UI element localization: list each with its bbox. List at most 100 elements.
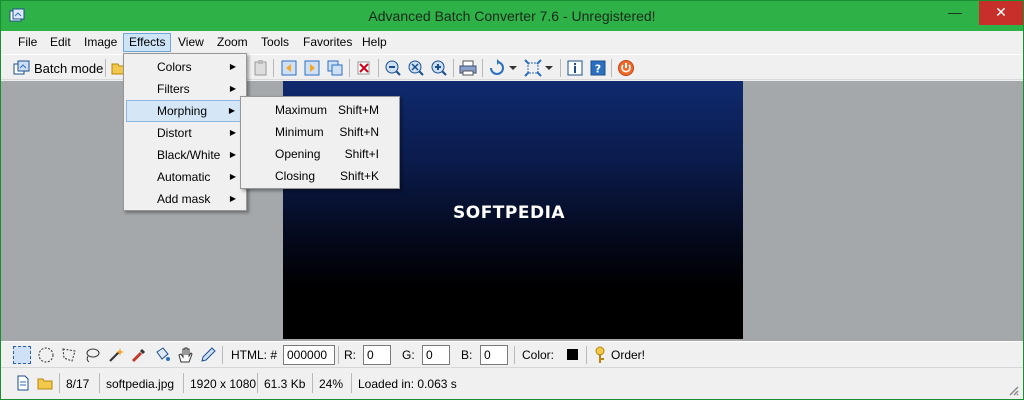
bucket-icon[interactable] — [153, 346, 171, 364]
menu-bar: File Edit Image Effects View Zoom Tools … — [1, 31, 1023, 53]
zoom-reset-icon[interactable] — [407, 59, 425, 77]
info-icon[interactable] — [566, 59, 584, 77]
menu-item-label: Opening — [275, 147, 321, 161]
menu-effects[interactable]: Effects — [123, 33, 172, 52]
html-color-input[interactable]: 000000 — [283, 345, 335, 365]
toolbar-separator — [514, 346, 515, 364]
polygon-select-icon[interactable] — [60, 346, 78, 364]
morphing-opening[interactable]: Opening Shift+I — [243, 143, 397, 165]
menu-tools[interactable]: Tools — [256, 33, 294, 52]
print-icon[interactable] — [459, 59, 477, 77]
toolbar-separator — [222, 346, 223, 364]
effects-menu-automatic[interactable]: Automatic ▶ — [126, 166, 244, 188]
toolbar-separator — [273, 59, 274, 77]
toolbar-separator — [338, 346, 339, 364]
pencil-icon[interactable] — [199, 346, 217, 364]
status-separator — [59, 373, 60, 393]
rectangle-select-icon[interactable] — [13, 346, 31, 364]
previous-image-icon[interactable] — [280, 59, 298, 77]
status-separator — [312, 373, 313, 393]
submenu-arrow-icon: ▶ — [229, 172, 236, 181]
minimize-button[interactable]: — — [941, 1, 969, 25]
menu-item-label: Morphing — [157, 104, 208, 118]
batch-mode-button[interactable]: Batch mode — [34, 61, 103, 76]
file-name: softpedia.jpg — [106, 377, 175, 391]
green-input[interactable]: 0 — [422, 345, 450, 365]
paste-icon[interactable] — [252, 59, 270, 77]
menu-item-label: Colors — [157, 60, 192, 74]
delete-icon[interactable] — [355, 59, 373, 77]
red-label: R: — [344, 348, 356, 362]
effects-menu-morphing[interactable]: Morphing ▶ — [126, 100, 244, 122]
open-folder-icon[interactable] — [37, 375, 53, 391]
lasso-icon[interactable] — [83, 346, 101, 364]
status-separator — [99, 373, 100, 393]
color-toolbar: HTML: # 000000 R: 0 G: 0 B: 0 Color: Ord… — [1, 341, 1023, 367]
resize-grip-icon[interactable] — [1007, 384, 1019, 396]
rotate-icon[interactable] — [488, 59, 506, 77]
file-size: 61.3 Kb — [264, 377, 306, 391]
rotate-dropdown-chevron-down-icon[interactable] — [508, 59, 518, 77]
copy-icon[interactable] — [326, 59, 344, 77]
hand-icon[interactable] — [176, 346, 194, 364]
menu-item-shortcut: Shift+N — [339, 125, 379, 139]
key-icon[interactable] — [593, 346, 607, 364]
toolbar-separator — [349, 59, 350, 77]
zoom-in-icon[interactable] — [430, 59, 448, 77]
menu-image[interactable]: Image — [79, 33, 122, 52]
zoom-out-icon[interactable] — [384, 59, 402, 77]
toolbar-separator — [378, 59, 379, 77]
image-dimensions: 1920 x 1080 — [190, 377, 257, 391]
svg-text:?: ? — [595, 63, 601, 76]
magic-wand-icon[interactable] — [107, 346, 125, 364]
new-document-icon[interactable] — [15, 375, 31, 391]
app-window: Advanced Batch Converter 7.6 - Unregiste… — [0, 0, 1024, 400]
title-bar[interactable]: Advanced Batch Converter 7.6 - Unregiste… — [1, 1, 1023, 31]
morphing-maximum[interactable]: Maximum Shift+M — [243, 99, 397, 121]
menu-view[interactable]: View — [173, 33, 209, 52]
submenu-arrow-icon: ▶ — [229, 150, 236, 159]
fit-screen-icon[interactable] — [524, 59, 542, 77]
effects-menu-colors[interactable]: Colors ▶ — [126, 56, 244, 78]
submenu-arrow-icon: ▶ — [229, 194, 236, 203]
close-button[interactable]: ✕ — [979, 1, 1023, 25]
menu-help[interactable]: Help — [357, 33, 392, 52]
help-icon[interactable]: ? — [589, 59, 607, 77]
status-separator — [257, 373, 258, 393]
power-icon[interactable] — [617, 59, 635, 77]
morphing-minimum[interactable]: Minimum Shift+N — [243, 121, 397, 143]
blue-label: B: — [461, 348, 473, 362]
order-button[interactable]: Order! — [611, 348, 645, 362]
menu-item-label: Black/White — [157, 148, 221, 162]
window-title: Advanced Batch Converter 7.6 - Unregiste… — [368, 8, 656, 24]
ellipse-select-icon[interactable] — [37, 346, 55, 364]
menu-item-label: Add mask — [157, 192, 211, 206]
green-label: G: — [402, 348, 415, 362]
eyedropper-icon[interactable] — [130, 346, 148, 364]
menu-item-label: Automatic — [157, 170, 211, 184]
menu-favorites[interactable]: Favorites — [298, 33, 357, 52]
menu-edit[interactable]: Edit — [45, 33, 76, 52]
fit-dropdown-chevron-down-icon[interactable] — [544, 59, 554, 77]
status-separator — [183, 373, 184, 393]
color-swatch[interactable] — [567, 349, 578, 360]
submenu-arrow-icon: ▶ — [229, 128, 236, 137]
effects-menu-black-white[interactable]: Black/White ▶ — [126, 144, 244, 166]
toolbar-separator — [611, 59, 612, 77]
effects-menu-distort[interactable]: Distort ▶ — [126, 122, 244, 144]
menu-item-label: Maximum — [275, 103, 328, 117]
image-index: 8/17 — [66, 377, 90, 391]
effects-menu-filters[interactable]: Filters ▶ — [126, 78, 244, 100]
blue-input[interactable]: 0 — [480, 345, 508, 365]
menu-item-shortcut: Shift+I — [344, 147, 379, 161]
effects-menu-add-mask[interactable]: Add mask ▶ — [126, 188, 244, 210]
red-input[interactable]: 0 — [363, 345, 391, 365]
menu-file[interactable]: File — [13, 33, 42, 52]
menu-zoom[interactable]: Zoom — [212, 33, 253, 52]
submenu-arrow-icon: ▶ — [229, 62, 236, 71]
menu-item-label: Minimum — [275, 125, 324, 139]
toolbar-separator — [560, 59, 561, 77]
next-image-icon[interactable] — [303, 59, 321, 77]
morphing-closing[interactable]: Closing Shift+K — [243, 165, 397, 187]
batch-mode-icon[interactable] — [13, 59, 31, 77]
